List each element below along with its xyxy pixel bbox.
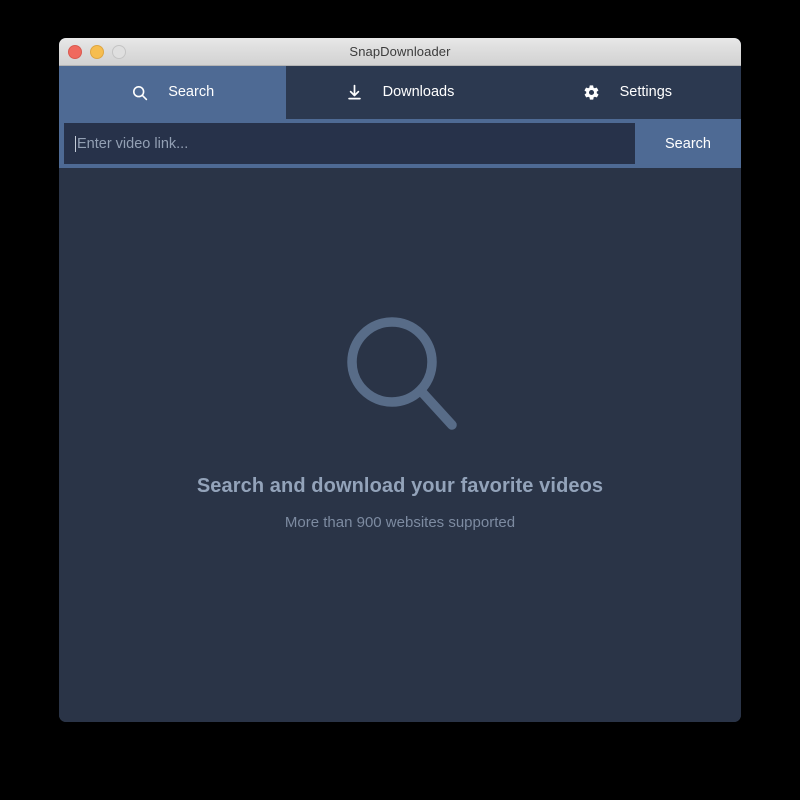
search-icon [347,317,457,430]
download-icon [346,84,364,102]
search-input[interactable] [76,123,635,164]
tab-search-label: Search [168,84,215,101]
tab-settings-label: Settings [619,84,673,101]
tab-settings[interactable]: Settings [514,66,741,119]
close-window-button[interactable] [68,44,82,59]
title-bar: SnapDownloader [59,38,741,66]
search-icon [131,84,149,102]
gear-icon [583,84,601,102]
window-title: SnapDownloader [349,44,451,59]
minimize-window-button[interactable] [90,44,104,59]
tab-bar: Search Downloads Settings [59,66,741,119]
empty-state-subtitle: More than 900 websites supported [284,514,516,531]
zoom-window-button[interactable] [112,44,126,59]
window-controls [68,44,126,59]
tab-downloads-label: Downloads [382,84,455,101]
tab-downloads[interactable]: Downloads [286,66,513,119]
tab-search[interactable]: Search [59,66,287,119]
content-area: Search and download your favorite videos… [59,168,741,722]
search-bar: Search [59,119,741,168]
empty-state-title: Search and download your favorite videos [196,475,604,497]
empty-state: Search and download your favorite videos… [197,309,603,531]
app-window: SnapDownloader Search Downloads Settings… [59,38,741,722]
search-input-container[interactable] [64,123,635,164]
search-button[interactable]: Search [635,119,741,168]
